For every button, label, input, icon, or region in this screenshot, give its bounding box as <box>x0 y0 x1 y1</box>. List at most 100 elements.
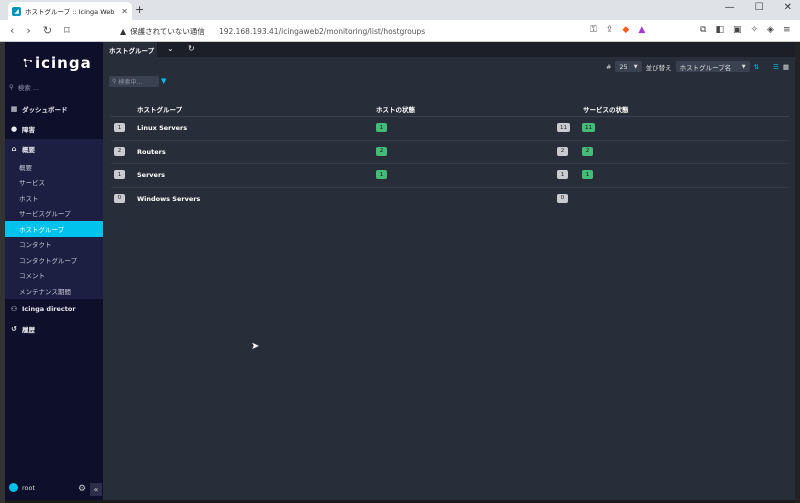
limit-value: 25 <box>619 62 628 71</box>
forward-icon[interactable]: › <box>26 24 30 37</box>
problems-icon: ● <box>10 125 18 133</box>
chevron-down-icon: ▼ <box>741 63 746 70</box>
search-input[interactable]: ⚲ 検索中... <box>109 76 159 87</box>
url-field[interactable]: ▲ 保護されていない通信 192.168.193.41/icingaweb2/m… <box>120 23 660 39</box>
maximize-icon[interactable]: ☐ <box>755 2 764 13</box>
sort-value: ホストグループ名 <box>679 63 732 72</box>
sidebar-item-overview[interactable]: ⌂ 概要 <box>5 139 103 159</box>
sidebar-subitem-label: メンテナンス期間 <box>19 287 71 296</box>
extensions-icon[interactable]: ⧉ <box>700 25 706 35</box>
close-tab-icon[interactable]: ✕ <box>121 7 128 16</box>
share-icon[interactable]: ⇪ <box>606 25 614 35</box>
filter-icon[interactable]: ▼ <box>161 77 166 85</box>
sidebar-subitem-label: ホストグループ <box>19 225 65 234</box>
key-icon[interactable]: ⚿ <box>590 25 597 35</box>
host-ok-badge[interactable]: 1 <box>376 170 387 179</box>
chevron-down-icon[interactable]: ⌄ <box>167 44 174 53</box>
bookmark-icon[interactable]: ⌑ <box>64 24 70 37</box>
refresh-icon[interactable]: ↻ <box>188 44 195 53</box>
table-header: ホストグループ ホストの状態 サービスの状態 <box>111 101 789 117</box>
menu-icon[interactable]: ≡ <box>783 25 791 35</box>
sidebar: icinga ⚲ 検索 ... ▦ ダッシュボード ● 障害 ⌂ 概要 概要 サ… <box>5 42 108 500</box>
service-ok-badge[interactable]: 11 <box>582 123 595 132</box>
sidebar-subitem-hosts[interactable]: ホスト <box>5 190 103 206</box>
sidebar-subitem-label: コメント <box>19 272 45 281</box>
collapse-sidebar-button[interactable]: « <box>90 483 102 496</box>
sidebar-subitem-overview[interactable]: 概要 <box>5 159 103 175</box>
sidebar-menu: ▦ ダッシュボード ● 障害 ⌂ 概要 概要 サービス ホスト サービスグループ… <box>5 99 108 339</box>
sidebar-subitem-label: サービスグループ <box>19 210 71 219</box>
overview-icon: ⌂ <box>11 145 17 153</box>
warning-icon: ▲ <box>120 26 127 36</box>
ai-icon[interactable]: ✧ <box>750 25 758 35</box>
host-ok-badge[interactable]: 2 <box>376 146 387 156</box>
sidebar-subitem-comments[interactable]: コメント <box>5 268 103 284</box>
host-count-badge: 1 <box>114 123 125 132</box>
gear-icon[interactable]: ⚙ <box>78 484 86 494</box>
sidebar-subitem-services[interactable]: サービス <box>5 175 103 191</box>
sidebar-item-dashboard[interactable]: ▦ ダッシュボード <box>5 99 103 119</box>
table-row[interactable]: 1 Servers 1 1 1 <box>111 164 789 188</box>
hostgroup-name[interactable]: Linux Servers <box>137 124 187 132</box>
table-row[interactable]: 0 Windows Servers 0 <box>111 188 789 212</box>
search-placeholder: 検索 ... <box>17 84 40 92</box>
column-header-service-state: サービスの状態 <box>583 105 629 114</box>
list-view-icon[interactable]: ☰ <box>773 63 779 71</box>
hostgroup-table: ホストグループ ホストの状態 サービスの状態 1 Linux Servers 1… <box>111 101 789 211</box>
service-total-badge: 1 <box>557 170 568 179</box>
sidebar-item-label: 概要 <box>22 146 35 154</box>
minimize-icon[interactable]: — <box>725 2 735 13</box>
chevron-down-icon: ▼ <box>633 63 638 70</box>
overview-submenu: 概要 サービス ホスト サービスグループ ホストグループ コンタクト コンタクト… <box>5 159 108 299</box>
rewards-icon[interactable]: ▲ <box>638 25 645 35</box>
new-tab-button[interactable]: + <box>135 3 144 16</box>
sidebar-subitem-servicegroups[interactable]: サービスグループ <box>5 206 103 222</box>
sidebar-item-label: ダッシュボード <box>22 106 68 114</box>
hostgroup-name[interactable]: Windows Servers <box>137 195 200 203</box>
service-ok-badge[interactable]: 2 <box>582 146 593 156</box>
sort-direction-icon[interactable]: ⇅ <box>754 63 759 71</box>
sidebar-subitem-contactgroups[interactable]: コンタクトグループ <box>5 252 103 268</box>
hostgroup-name[interactable]: Servers <box>137 171 165 179</box>
sidebar-item-problems[interactable]: ● 障害 <box>5 119 103 139</box>
director-icon: ⚇ <box>10 304 18 313</box>
sidebar-subitem-downtimes[interactable]: メンテナンス期間 <box>5 283 103 299</box>
host-ok-badge[interactable]: 1 <box>376 123 387 132</box>
browser-tab[interactable]: ◢ ホストグループ :: Icinga Web ✕ <box>8 2 132 20</box>
icinga-logo[interactable]: icinga <box>23 54 92 72</box>
background-window-right <box>795 42 800 503</box>
browser-tab-bar: ◢ ホストグループ :: Icinga Web ✕ + — ☐ ✕ <box>0 0 800 20</box>
window-close-icon[interactable]: ✕ <box>784 2 792 13</box>
host-count-badge: 2 <box>114 146 125 156</box>
brave-shield-icon[interactable]: ◆ <box>622 25 629 35</box>
sidebar-item-director[interactable]: ⚇ Icinga director <box>5 299 103 319</box>
sort-select[interactable]: ホストグループ名 ▼ <box>675 61 750 72</box>
main-content: ホストグループ ⌄ ↻ # 25 ▼ 並び替え ホストグループ名 ▼ ⇅ ☰ ▦ ⚲… <box>103 42 795 500</box>
grid-view-icon[interactable]: ▦ <box>783 63 789 71</box>
tab-hostgroups[interactable]: ホストグループ <box>103 42 157 57</box>
sidebar-item-history[interactable]: ↺ 履歴 <box>5 319 103 339</box>
user-menu[interactable]: root <box>9 483 35 492</box>
limit-select[interactable]: 25 ▼ <box>615 61 642 72</box>
browser-tab-title: ホストグループ :: Icinga Web <box>25 8 115 16</box>
vpn-icon[interactable]: ◈ <box>767 25 774 35</box>
sort-label: 並び替え <box>645 63 672 72</box>
service-ok-badge[interactable]: 1 <box>582 170 593 179</box>
sidebar-subitem-label: コンタクトグループ <box>19 256 78 265</box>
sidebar-toggle-icon[interactable]: ◧ <box>715 25 724 35</box>
table-row[interactable]: 1 Linux Servers 1 11 11 <box>111 117 789 141</box>
sidebar-subitem-contacts[interactable]: コンタクト <box>5 237 103 253</box>
nav-buttons: ‹ › ↻ ⌑ <box>10 24 70 37</box>
wallet-icon[interactable]: ▣ <box>733 25 742 35</box>
sidebar-subitem-hostgroups[interactable]: ホストグループ <box>5 221 108 237</box>
search-input-placeholder: 検索中... <box>118 79 143 86</box>
back-icon[interactable]: ‹ <box>10 24 14 37</box>
sidebar-search[interactable]: ⚲ 検索 ... <box>9 82 39 92</box>
table-row[interactable]: 2 Routers 2 2 2 <box>111 141 789 164</box>
security-status: 保護されていない通信 <box>130 26 205 36</box>
sidebar-item-label: 履歴 <box>22 325 35 334</box>
icinga-logo-icon <box>23 58 32 67</box>
reload-icon[interactable]: ↻ <box>43 24 52 37</box>
hostgroup-name[interactable]: Routers <box>137 148 166 156</box>
address-bar: ‹ › ↻ ⌑ ▲ 保護されていない通信 192.168.193.41/icin… <box>0 20 800 42</box>
